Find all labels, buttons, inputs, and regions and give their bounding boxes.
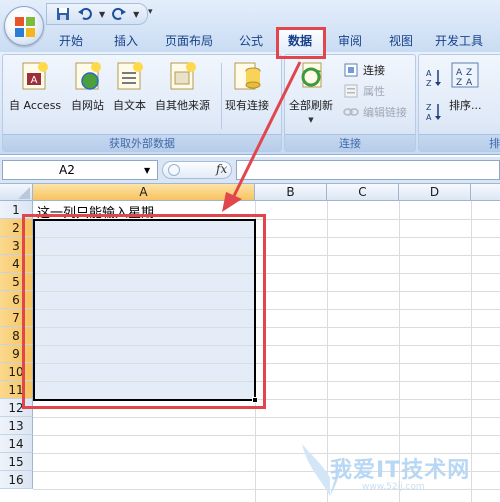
name-box[interactable]: A2 (2, 160, 158, 180)
column-header-b[interactable]: B (255, 184, 327, 201)
group-label-sort: 排 (419, 134, 500, 151)
tab-developer[interactable]: 开发工具 (426, 28, 492, 52)
edit-links-label: 编辑链接 (363, 106, 407, 119)
web-icon (75, 62, 101, 90)
refresh-all-button[interactable]: 全部刷新 ▼ (289, 59, 333, 124)
other-sources-icon (170, 62, 196, 90)
tab-insert[interactable]: 插入 (100, 28, 152, 52)
ribbon: A 自 Access 自网站 自文本 自其他来源 现有连接 获取外部数据 全部刷… (0, 52, 500, 155)
formula-bar: A2 ▼ fx (0, 157, 500, 184)
group-connections: 全部刷新 ▼ 连接 属性 编辑链接 连接 (284, 54, 416, 152)
properties-label: 属性 (363, 85, 385, 98)
row-header-14[interactable]: 14 (0, 435, 33, 453)
svg-text:Z: Z (426, 79, 432, 88)
name-box-dropdown-icon[interactable]: ▼ (144, 166, 150, 175)
svg-text:Z: Z (466, 68, 472, 78)
tab-home[interactable]: 开始 (42, 28, 100, 52)
column-header-d[interactable]: D (399, 184, 471, 201)
watermark-text: 我爱IT技术网 (330, 458, 471, 483)
from-web-label: 自网站 (71, 99, 104, 112)
svg-text:A: A (456, 68, 463, 78)
tab-review[interactable]: 审阅 (324, 28, 376, 52)
refresh-dropdown-icon[interactable]: ▼ (308, 116, 313, 124)
tab-view[interactable]: 视图 (376, 28, 426, 52)
svg-text:A: A (426, 69, 432, 78)
group-separator (221, 63, 222, 129)
select-all-icon (18, 187, 30, 199)
row-header-13[interactable]: 13 (0, 417, 33, 435)
edit-links-icon (343, 108, 359, 116)
column-header-e[interactable] (471, 184, 500, 201)
tab-formulas[interactable]: 公式 (226, 28, 276, 52)
svg-text:A: A (426, 113, 432, 122)
from-text-label: 自文本 (113, 99, 146, 112)
from-text-button[interactable]: 自文本 (113, 59, 146, 113)
existing-connections-icon (234, 62, 261, 90)
svg-text:Z: Z (426, 103, 432, 112)
connections-label: 连接 (363, 64, 385, 77)
column-header-a[interactable]: A (33, 184, 255, 201)
sort-az-button[interactable]: A Z (425, 69, 443, 88)
tab-page-layout[interactable]: 页面布局 (152, 28, 226, 52)
from-access-button[interactable]: A 自 Access (9, 59, 61, 113)
group-label-connections: 连接 (285, 134, 415, 151)
group-label-get-external-data: 获取外部数据 (3, 134, 281, 151)
from-other-sources-button[interactable]: 自其他来源 (155, 59, 210, 113)
sort-dialog-icon: A Z Z A (451, 62, 479, 88)
from-web-button[interactable]: 自网站 (71, 59, 104, 113)
undo-icon[interactable] (77, 6, 93, 22)
connections-button[interactable]: 连接 (343, 61, 385, 79)
group-get-external-data: A 自 Access 自网站 自文本 自其他来源 现有连接 获取外部数据 (2, 54, 282, 152)
edit-links-button[interactable]: 编辑链接 (343, 103, 407, 121)
gridline (33, 435, 500, 436)
sort-button[interactable]: A Z Z A 排序... (449, 59, 482, 113)
access-db-icon: A (22, 62, 49, 90)
ribbon-tabs: 开始 插入 页面布局 公式 数据 审阅 视图 开发工具 (42, 28, 492, 52)
redo-dropdown-icon[interactable]: ▼ (133, 10, 139, 19)
undo-dropdown-icon[interactable]: ▼ (99, 10, 105, 19)
column-header-c[interactable]: C (327, 184, 399, 201)
title-bar: ▼ ▼ ▾ 开始 插入 页面布局 公式 数据 审阅 视图 开发工具 (0, 0, 500, 52)
expand-icon[interactable] (168, 164, 180, 176)
select-all-corner[interactable] (0, 184, 33, 201)
properties-icon (344, 84, 358, 98)
formula-input[interactable] (236, 160, 500, 180)
save-icon[interactable] (55, 6, 71, 22)
customize-qat-icon[interactable]: ▾ (148, 7, 153, 17)
data-tab-highlight-box (276, 27, 326, 59)
watermark-url: www.52ij.com (362, 482, 425, 492)
sort-descending-icon: Z A (426, 103, 441, 122)
quick-access-toolbar: ▼ ▼ (46, 3, 149, 25)
sort-ascending-icon: A Z (426, 69, 441, 88)
selected-range-highlight-box (22, 214, 266, 409)
redo-icon[interactable] (111, 6, 127, 22)
refresh-all-icon (301, 62, 322, 88)
sort-label: 排序... (449, 99, 482, 112)
group-sort-filter: A Z Z A A Z Z A 排序... 排 (418, 54, 500, 152)
row-header-16[interactable]: 16 (0, 471, 33, 489)
connections-icon (344, 63, 358, 77)
refresh-all-label: 全部刷新 (289, 99, 333, 112)
office-logo-icon (15, 17, 35, 37)
gridline (33, 417, 500, 418)
sort-za-button[interactable]: Z A (425, 103, 443, 122)
existing-connections-button[interactable]: 现有连接 (225, 59, 269, 113)
svg-text:Z: Z (456, 78, 462, 88)
watermark: 我爱IT技术网 www.52ij.com (300, 438, 496, 498)
insert-function-icon[interactable]: fx (216, 162, 227, 176)
svg-text:A: A (31, 75, 38, 86)
svg-text:A: A (466, 78, 473, 88)
existing-connections-label: 现有连接 (225, 99, 269, 112)
from-access-label: 自 Access (9, 99, 62, 112)
from-other-sources-label: 自其他来源 (155, 99, 210, 112)
text-file-icon (117, 62, 143, 90)
properties-button[interactable]: 属性 (343, 82, 385, 100)
office-button[interactable] (4, 6, 44, 46)
row-header-15[interactable]: 15 (0, 453, 33, 471)
